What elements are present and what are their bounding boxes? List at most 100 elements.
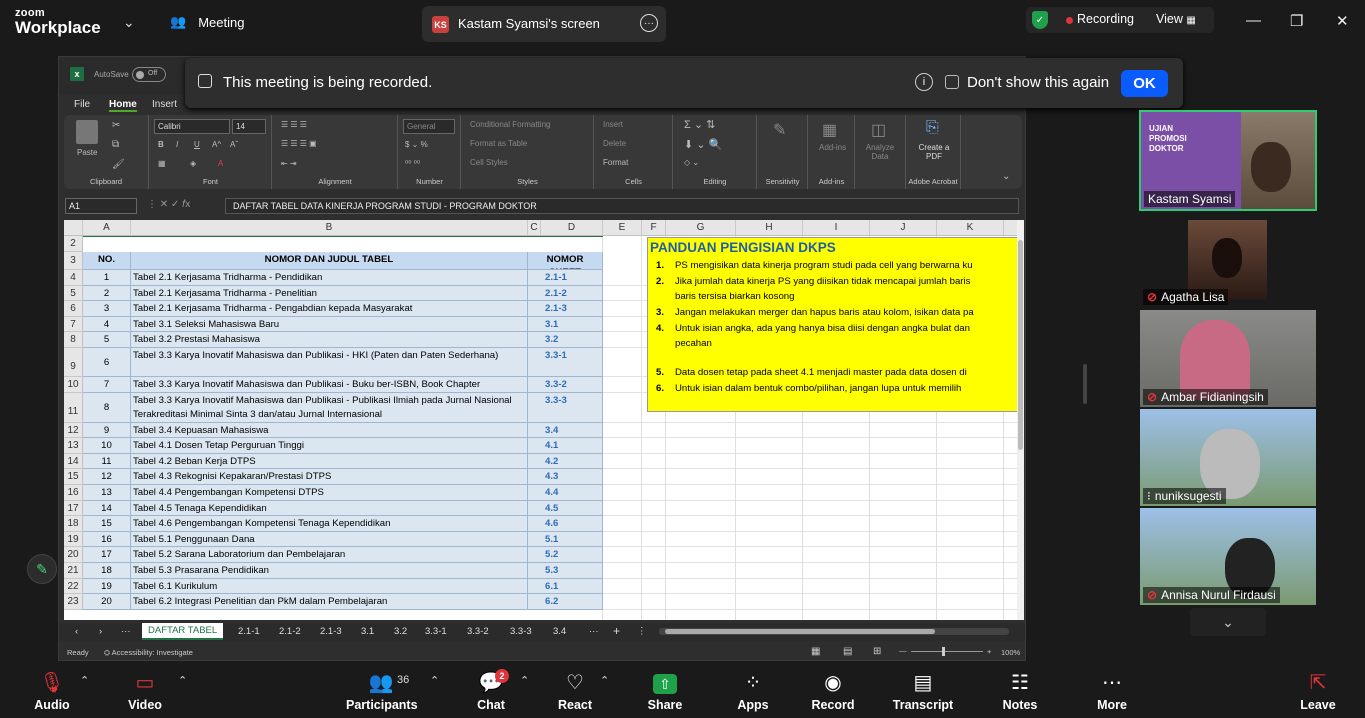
row-sheet-link[interactable]: 3.3-1 [528,348,603,377]
sheet-tab[interactable]: 3.4 [553,626,566,637]
autosum-icon[interactable]: Σ ⌄ ⇅ [684,118,715,131]
horizontal-scroll-thumb[interactable] [665,629,935,634]
audio-button[interactable]: 🎙 Audio [17,664,87,712]
row-header[interactable]: 17 [64,500,83,517]
cell-styles-button[interactable]: Cell Styles [470,158,508,167]
participant-tile[interactable]: ⁝ nuniksugesti [1140,409,1316,506]
row-title-cell[interactable]: Tabel 3.4 Kepuasan Mahasiswa [131,422,528,439]
ok-button[interactable]: OK [1121,70,1168,97]
select-all[interactable] [64,220,83,236]
row-title-cell[interactable]: Tabel 3.3 Karya Inovatif Mahasiswa dan P… [131,392,528,423]
paste-label[interactable]: Paste [77,148,97,157]
row-title-cell[interactable]: Tabel 3.3 Karya Inovatif Mahasiswa dan P… [131,377,528,393]
borders-icon[interactable]: ▦ [158,159,166,168]
header-judul[interactable]: NOMOR DAN JUDUL TABEL [131,252,528,270]
row-header[interactable]: 14 [64,453,83,470]
more-sheets-icon[interactable]: ··· [121,626,131,637]
row-title-cell[interactable]: Tabel 4.6 Pengembangan Kompetensi Tenaga… [131,516,528,532]
column-header[interactable]: K [937,220,1004,236]
zoom-slider-thumb[interactable] [942,647,945,656]
row-number-cell[interactable]: 20 [83,594,131,610]
row-number-cell[interactable]: 8 [83,392,131,423]
row-sheet-link[interactable]: 3.3-2 [528,377,603,393]
row-number-cell[interactable]: 1 [83,270,131,286]
header-sheet[interactable]: NOMOR SHEET [528,252,603,270]
row-number-cell[interactable]: 3 [83,301,131,317]
font-name-select[interactable]: Calibri [154,119,230,134]
row-title-cell[interactable]: Tabel 4.5 Tenaga Kependidikan [131,500,528,517]
row-number-cell[interactable]: 5 [83,332,131,348]
column-header[interactable]: J [870,220,937,236]
sheet-tab[interactable]: 3.3-1 [425,626,447,637]
row-sheet-link[interactable]: 3.2 [528,332,603,348]
row-title-cell[interactable]: Tabel 2.1 Kerjasama Tridharma - Peneliti… [131,285,528,302]
minimize-icon[interactable]: — [1246,12,1261,29]
fill-icon[interactable]: ⬇ ⌄ 🔍 [684,138,722,151]
row-sheet-link[interactable]: 4.3 [528,469,603,485]
row-header[interactable]: 13 [64,438,83,454]
row-title-cell[interactable]: Tabel 2.1 Kerjasama Tridharma - Pendidik… [131,270,528,286]
ribbon-collapse-icon[interactable]: ⌄ [1002,171,1010,182]
row-header[interactable]: 7 [64,316,83,333]
panduan-box[interactable]: PANDUAN PENGISIAN DKPS 1. PS mengisikan d… [647,237,1019,412]
horizontal-scrollbar[interactable] [659,628,1009,635]
row-title-cell[interactable]: Tabel 4.1 Dosen Tetap Perguruan Tinggi [131,438,528,454]
currency-icon[interactable]: $ ⌄ % [405,140,428,149]
font-size-select[interactable]: 14 [232,119,266,134]
row-sheet-link[interactable]: 3.1 [528,316,603,333]
sheet-tab[interactable]: 2.1-1 [238,626,260,637]
normal-view-icon[interactable]: ▦ [811,646,820,657]
row-header[interactable]: 10 [64,377,83,393]
grow-font-icon[interactable]: A^ [212,140,221,149]
align-left-icon[interactable]: ☰ ☰ ☰ ▣ [281,139,317,148]
decimal-icon[interactable]: ⁰⁰ ⁰⁰ [405,159,420,168]
cut-icon[interactable]: ✂ [112,120,120,131]
column-header[interactable]: F [642,220,666,236]
close-icon[interactable]: ✕ [1336,12,1349,30]
sheet-tab[interactable]: 3.3-2 [467,626,489,637]
header-no[interactable]: NO. [83,252,131,270]
row-number-cell[interactable]: 2 [83,285,131,302]
row-title-cell[interactable]: Tabel 3.3 Karya Inovatif Mahasiswa dan P… [131,348,528,377]
row-header[interactable]: 22 [64,578,83,595]
annotate-icon[interactable]: ✎ [27,554,57,584]
sensitivity-icon[interactable]: ✎ [773,120,786,140]
row-title-cell[interactable]: Tabel 4.4 Pengembangan Kompetensi DTPS [131,485,528,501]
record-button[interactable]: ◉ Record [798,664,868,712]
participants-button[interactable]: 👥 Participants [346,664,418,712]
column-header[interactable]: C [528,220,541,236]
row-title-cell[interactable]: Tabel 5.2 Sarana Laboratorium dan Pembel… [131,547,528,563]
tab-home[interactable]: Home [109,99,137,112]
panel-resize-handle[interactable] [1083,364,1087,404]
shrink-font-icon[interactable]: Aˇ [230,140,238,149]
sheet-tab[interactable]: 2.1-3 [320,626,342,637]
participant-tile[interactable] [1188,220,1267,300]
row-header[interactable]: 9 [64,348,83,377]
row-header[interactable]: 20 [64,547,83,563]
row-number-cell[interactable]: 11 [83,453,131,470]
row-sheet-link[interactable]: 3.3-3 [528,392,603,423]
column-header[interactable]: D [541,220,603,236]
column-header[interactable]: I [803,220,870,236]
insert-cells-button[interactable]: Insert [603,120,623,129]
row-number-cell[interactable]: 14 [83,500,131,517]
row-sheet-link[interactable]: 2.1-2 [528,285,603,302]
row-header[interactable]: 19 [64,531,83,548]
format-cells-button[interactable]: Format [603,158,628,167]
create-pdf-icon[interactable]: ⎘ [926,119,939,137]
accessibility-status[interactable]: ⛭ Accessibility: Investigate [104,648,193,658]
video-button[interactable]: ▭ Video [110,664,180,712]
row-sheet-link[interactable]: 5.2 [528,547,603,563]
row-sheet-link[interactable]: 4.2 [528,453,603,470]
page-layout-icon[interactable]: ▤ [843,646,852,657]
spreadsheet-grid[interactable]: A B C D E F G H I J K 2 3 NO. NOMOR DAN … [64,220,1024,620]
caret-up-icon[interactable]: ⌃ [520,674,529,687]
notes-button[interactable]: ☷ Notes [985,664,1055,712]
underline-icon[interactable]: U [194,140,200,149]
row-number-cell[interactable]: 19 [83,578,131,595]
column-header[interactable]: A [83,220,131,236]
shared-screen-tab[interactable]: KS Kastam Syamsi's screen ··· [422,6,666,42]
transcript-button[interactable]: ▤ Transcript [888,664,958,712]
sheet-tab-daftar[interactable]: DAFTAR TABEL [142,623,224,640]
row-number-cell[interactable]: 13 [83,485,131,501]
